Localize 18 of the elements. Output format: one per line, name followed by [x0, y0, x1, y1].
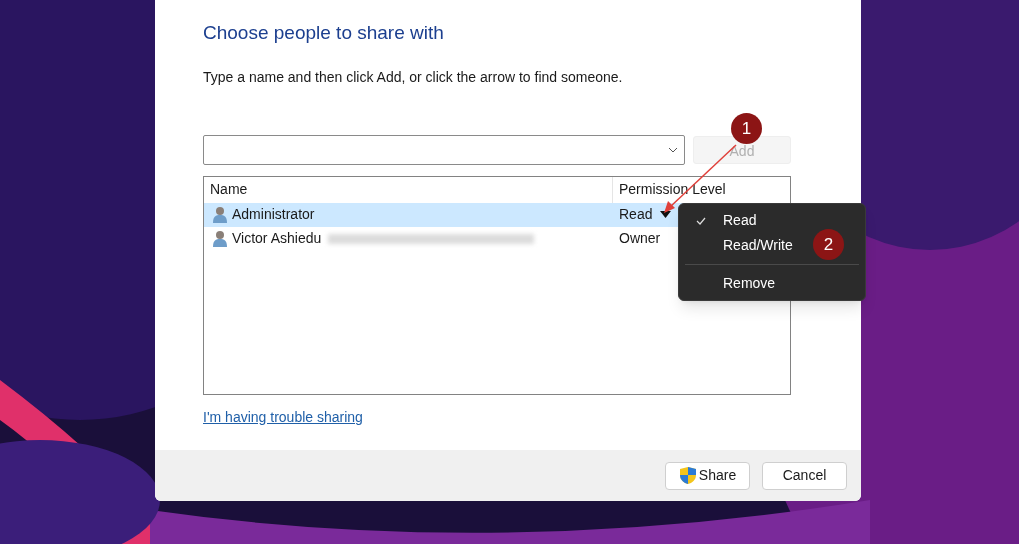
help-link[interactable]: I'm having trouble sharing [203, 408, 363, 425]
dialog-heading: Choose people to share with [203, 21, 445, 45]
shield-icon [678, 466, 697, 485]
instruction-text: Type a name and then click Add, or click the arrow to find someone. [203, 67, 624, 87]
chevron-down-icon[interactable] [668, 146, 678, 153]
menu-item[interactable]: Remove [723, 273, 776, 294]
user-name: Administrator [232, 205, 315, 224]
column-header[interactable]: Name [204, 176, 613, 203]
user-icon [213, 230, 227, 247]
column-header[interactable]: Permission Level [613, 176, 790, 203]
user-name: Victor Ashiedu [232, 229, 322, 248]
menu-item[interactable]: Read/Write [723, 235, 793, 256]
share-button[interactable]: Share [665, 461, 750, 490]
user-icon [213, 206, 227, 223]
permission-level: Read [619, 205, 653, 224]
cancel-button[interactable]: Cancel [762, 461, 847, 490]
permission-level: Owner [619, 229, 661, 248]
dropdown-caret-icon[interactable] [660, 211, 672, 218]
